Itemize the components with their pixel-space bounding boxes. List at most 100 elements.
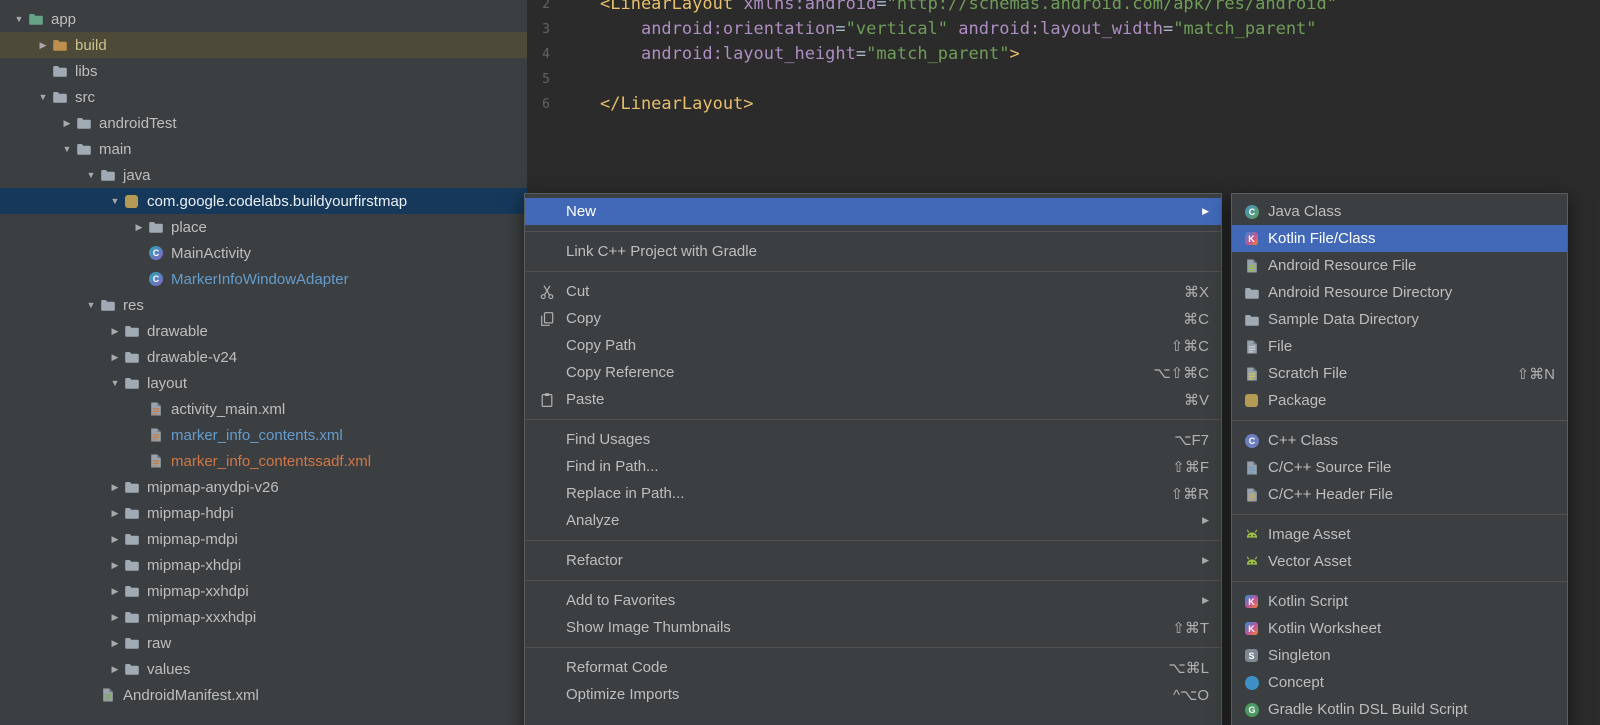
new-submenu: CJava ClassKKotlin File/ClassAndroid Res… — [1231, 193, 1568, 725]
expand-arrow-icon[interactable]: ▶ — [106, 638, 124, 649]
menu-item-android-resource-file[interactable]: Android Resource File — [1232, 252, 1567, 279]
menu-item-analyze[interactable]: Analyze▶ — [525, 507, 1221, 534]
tree-item-drawable-v24[interactable]: ▶drawable-v24 — [0, 344, 527, 370]
menu-item-link-c-project-with-gradle[interactable]: Link C++ Project with Gradle — [525, 238, 1221, 265]
menu-item-label: Scratch File — [1268, 365, 1493, 382]
tree-item-com-google-codelabs-buildyourfirstmap[interactable]: ▼ com.google.codelabs.buildyourfirstmap — [0, 188, 527, 214]
tree-item-marker-info-contents-xml[interactable]: marker_info_contents.xml — [0, 422, 527, 448]
tree-item-drawable[interactable]: ▶drawable — [0, 318, 527, 344]
tree-item-src[interactable]: ▼src — [0, 84, 527, 110]
menu-item-label: Reformat Code — [566, 659, 1144, 676]
expand-arrow-icon[interactable]: ▶ — [106, 326, 124, 337]
expand-arrow-icon[interactable]: ▶ — [106, 664, 124, 675]
menu-separator — [525, 580, 1221, 581]
menu-separator — [1232, 581, 1567, 582]
menu-item-new[interactable]: New▶ — [525, 198, 1221, 225]
collapse-arrow-icon[interactable]: ▼ — [106, 196, 124, 206]
menu-item-android-resource-directory[interactable]: Android Resource Directory — [1232, 279, 1567, 306]
menu-item-concept[interactable]: Concept — [1232, 669, 1567, 696]
collapse-arrow-icon[interactable]: ▼ — [10, 14, 28, 24]
manifest-file-icon — [100, 687, 116, 703]
menu-item-c-c-source-file[interactable]: C/C++ Source File — [1232, 454, 1567, 481]
layout-xml-icon — [148, 453, 164, 469]
menu-item-label: Analyze — [566, 512, 1178, 529]
menu-item-image-asset[interactable]: Image Asset — [1232, 521, 1567, 548]
copy-icon-slot — [539, 311, 566, 327]
tree-item-raw[interactable]: ▶raw — [0, 630, 527, 656]
menu-item-kotlin-script[interactable]: KKotlin Script — [1232, 588, 1567, 615]
menu-item-c-class[interactable]: CC++ Class — [1232, 427, 1567, 454]
menu-item-paste[interactable]: Paste⌘V — [525, 386, 1221, 413]
menu-item-find-usages[interactable]: Find Usages⌥F7 — [525, 426, 1221, 453]
code-token: </LinearLayout> — [600, 94, 754, 114]
android-resource-file-icon — [1244, 258, 1260, 274]
tree-item-mipmap-xhdpi[interactable]: ▶mipmap-xhdpi — [0, 552, 527, 578]
tree-item-res[interactable]: ▼res — [0, 292, 527, 318]
expand-arrow-icon[interactable]: ▶ — [106, 508, 124, 519]
menu-item-vector-asset[interactable]: Vector Asset — [1232, 548, 1567, 575]
collapse-arrow-icon[interactable]: ▼ — [106, 378, 124, 388]
collapse-arrow-icon[interactable]: ▼ — [82, 170, 100, 180]
menu-item-kotlin-worksheet[interactable]: KKotlin Worksheet — [1232, 615, 1567, 642]
expand-arrow-icon[interactable]: ▶ — [106, 482, 124, 493]
tree-item-mipmap-xxxhdpi[interactable]: ▶mipmap-xxxhdpi — [0, 604, 527, 630]
tree-item-build[interactable]: ▶build — [0, 32, 527, 58]
code-token: android:orientation — [641, 19, 835, 39]
tree-item-activity-main-xml[interactable]: activity_main.xml — [0, 396, 527, 422]
expand-arrow-icon[interactable]: ▶ — [130, 222, 148, 233]
concept-icon — [1245, 676, 1259, 690]
menu-shortcut: ⌥F7 — [1174, 431, 1209, 449]
menu-item-c-c-header-file[interactable]: C/C++ Header File — [1232, 481, 1567, 508]
menu-item-find-in-path[interactable]: Find in Path...⇧⌘F — [525, 453, 1221, 480]
menu-item-singleton[interactable]: SSingleton — [1232, 642, 1567, 669]
tree-item-java[interactable]: ▼java — [0, 162, 527, 188]
tree-item-androidtest[interactable]: ▶androidTest — [0, 110, 527, 136]
menu-item-copy-path[interactable]: Copy Path⇧⌘C — [525, 332, 1221, 359]
expand-arrow-icon[interactable]: ▶ — [106, 352, 124, 363]
cpp-class-icon-slot: C — [1244, 434, 1268, 448]
expand-arrow-icon[interactable]: ▶ — [106, 612, 124, 623]
menu-item-replace-in-path[interactable]: Replace in Path...⇧⌘R — [525, 480, 1221, 507]
expand-arrow-icon[interactable]: ▶ — [106, 560, 124, 571]
menu-item-kotlin-file-class[interactable]: KKotlin File/Class — [1232, 225, 1567, 252]
tree-item-libs[interactable]: libs — [0, 58, 527, 84]
menu-item-add-to-favorites[interactable]: Add to Favorites▶ — [525, 587, 1221, 614]
menu-item-optimize-imports[interactable]: Optimize Imports^⌥O — [525, 681, 1221, 708]
collapse-arrow-icon[interactable]: ▼ — [34, 92, 52, 102]
menu-item-copy-reference[interactable]: Copy Reference⌥⇧⌘C — [525, 359, 1221, 386]
tree-item-place[interactable]: ▶place — [0, 214, 527, 240]
menu-item-file[interactable]: File — [1232, 333, 1567, 360]
menu-item-java-class[interactable]: CJava Class — [1232, 198, 1567, 225]
tree-item-marker-info-contentssadf-xml[interactable]: marker_info_contentssadf.xml — [0, 448, 527, 474]
menu-item-scratch-file[interactable]: Scratch File⇧⌘N — [1232, 360, 1567, 387]
tree-item-layout[interactable]: ▼layout — [0, 370, 527, 396]
tree-item-mipmap-xxhdpi[interactable]: ▶mipmap-xxhdpi — [0, 578, 527, 604]
tree-item-main[interactable]: ▼main — [0, 136, 527, 162]
tree-item-mipmap-anydpi-v26[interactable]: ▶mipmap-anydpi-v26 — [0, 474, 527, 500]
menu-item-label: Kotlin File/Class — [1268, 230, 1531, 247]
tree-item-markerinfowindowadapter[interactable]: CMarkerInfoWindowAdapter — [0, 266, 527, 292]
menu-item-copy[interactable]: Copy⌘C — [525, 305, 1221, 332]
expand-arrow-icon[interactable]: ▶ — [106, 586, 124, 597]
menu-item-refactor[interactable]: Refactor▶ — [525, 547, 1221, 574]
tree-item-mipmap-hdpi[interactable]: ▶mipmap-hdpi — [0, 500, 527, 526]
expand-arrow-icon[interactable]: ▶ — [106, 534, 124, 545]
tree-item-label: com.google.codelabs.buildyourfirstmap — [147, 193, 407, 210]
menu-item-sample-data-directory[interactable]: Sample Data Directory — [1232, 306, 1567, 333]
collapse-arrow-icon[interactable]: ▼ — [82, 300, 100, 310]
tree-item-values[interactable]: ▶values — [0, 656, 527, 682]
menu-item-gradle-kotlin-dsl-build-script[interactable]: GGradle Kotlin DSL Build Script — [1232, 696, 1567, 723]
collapse-arrow-icon[interactable]: ▼ — [58, 144, 76, 154]
expand-arrow-icon[interactable]: ▶ — [58, 118, 76, 129]
tree-item-label: marker_info_contentssadf.xml — [171, 453, 371, 470]
tree-item-app[interactable]: ▼app — [0, 6, 527, 32]
tree-item-mainactivity[interactable]: CMainActivity — [0, 240, 527, 266]
tree-item-mipmap-mdpi[interactable]: ▶mipmap-mdpi — [0, 526, 527, 552]
folder-icon — [124, 505, 140, 521]
expand-arrow-icon[interactable]: ▶ — [34, 40, 52, 51]
menu-item-package[interactable]: Package — [1232, 387, 1567, 414]
menu-item-cut[interactable]: Cut⌘X — [525, 278, 1221, 305]
menu-item-show-image-thumbnails[interactable]: Show Image Thumbnails⇧⌘T — [525, 614, 1221, 641]
menu-item-reformat-code[interactable]: Reformat Code⌥⌘L — [525, 654, 1221, 681]
tree-item-androidmanifest-xml[interactable]: AndroidManifest.xml — [0, 682, 527, 708]
